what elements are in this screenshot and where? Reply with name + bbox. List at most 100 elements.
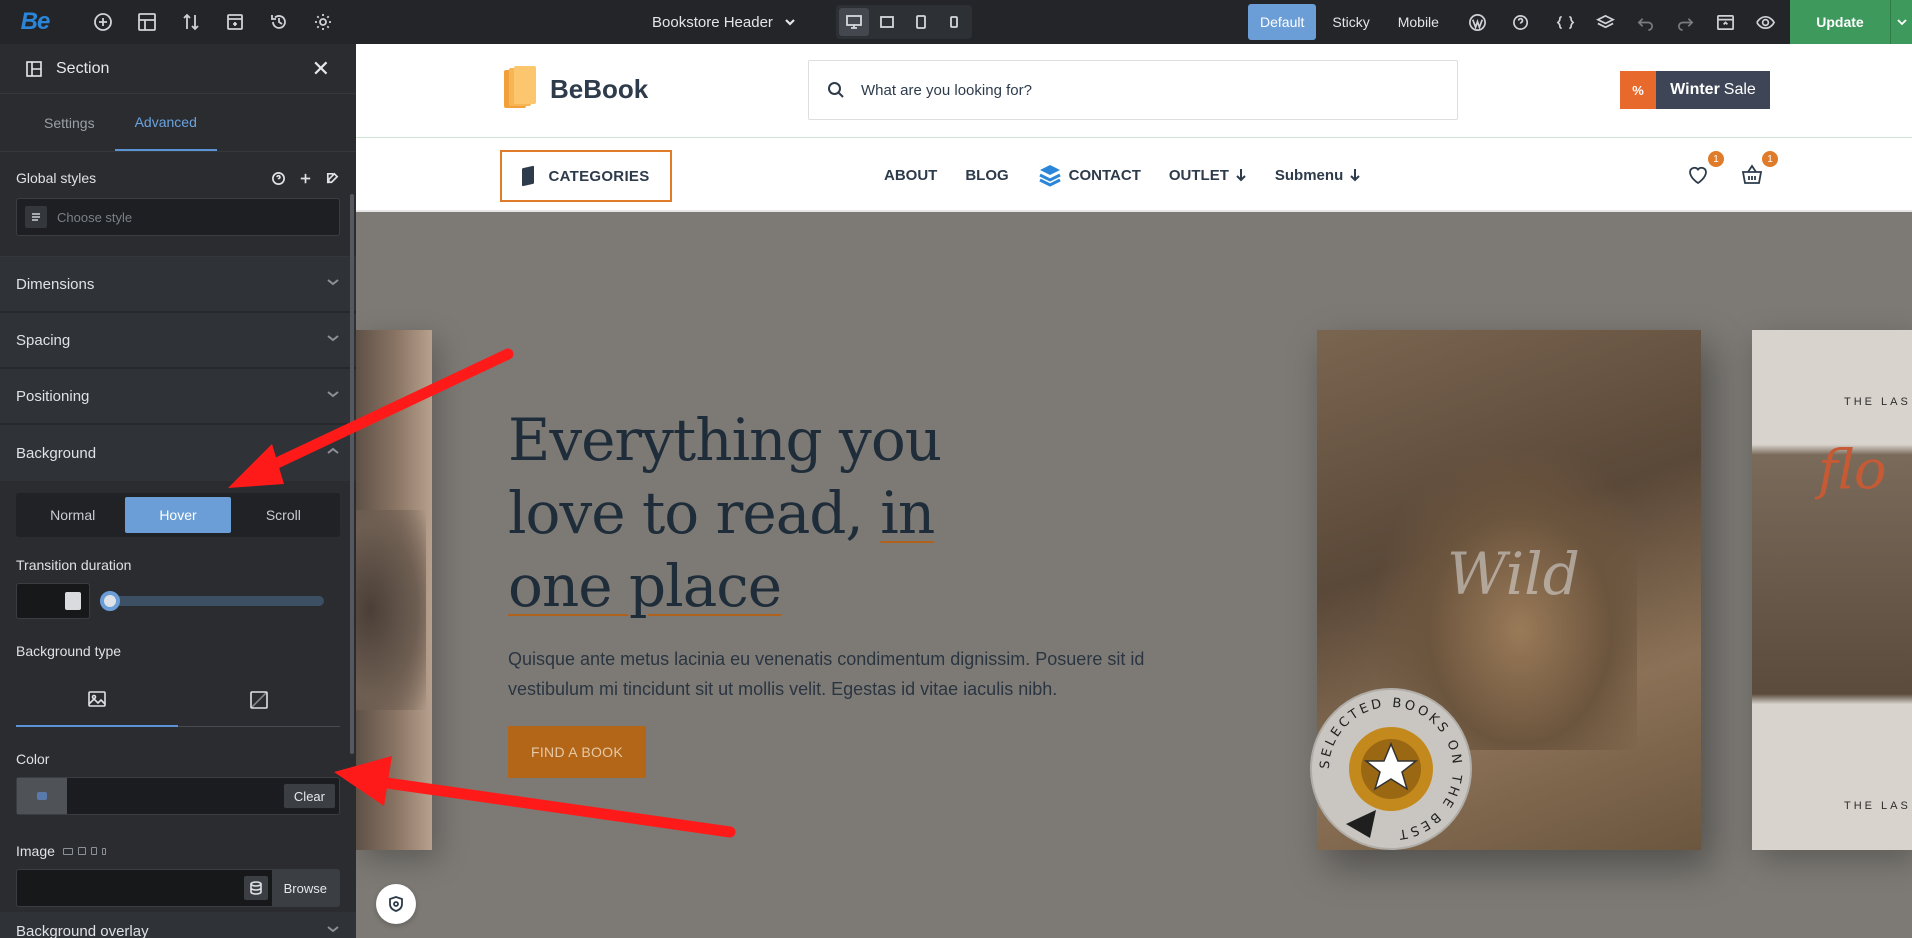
settings-gear-icon[interactable] [312, 11, 334, 33]
hero-title: Everything you love to read, in one plac… [508, 404, 1068, 623]
background-state-switcher: Normal Hover Scroll [16, 493, 340, 537]
clear-color-button[interactable]: Clear [283, 784, 335, 808]
book-cover-image-right: THE LAS flo THE LAS [1752, 330, 1912, 850]
transition-duration-slider[interactable] [100, 591, 324, 611]
document-title-dropdown[interactable]: Bookstore Header [652, 0, 797, 44]
state-normal-button[interactable]: Normal [20, 497, 125, 533]
categories-button[interactable]: CATEGORIES [500, 150, 672, 202]
preview-window-icon[interactable] [1714, 11, 1736, 33]
nav-blog[interactable]: BLOG [965, 167, 1008, 184]
winter-sale-banner[interactable]: % Winter Sale [1620, 71, 1770, 109]
hero-title-emphasis: one place [508, 552, 782, 620]
responsive-device-icons[interactable] [62, 847, 106, 855]
color-picker-swatch[interactable] [17, 778, 67, 814]
help-icon[interactable] [271, 171, 286, 186]
update-options-chevron-icon[interactable] [1890, 0, 1912, 44]
transition-duration-input[interactable] [16, 583, 90, 619]
history-icon[interactable] [268, 11, 290, 33]
shield-icon[interactable] [376, 884, 416, 924]
selected-books-stamp: SELECTED BOOKS ON THE BEST [1310, 688, 1472, 850]
app-logo[interactable]: Be [0, 0, 70, 44]
chevron-up-icon [326, 444, 340, 462]
accordion-background-overlay[interactable]: Background overlay [0, 912, 356, 938]
browse-button[interactable]: Browse [271, 870, 339, 906]
add-icon[interactable] [92, 11, 114, 33]
book-icon [522, 165, 535, 187]
tab-mobile[interactable]: Mobile [1386, 4, 1451, 40]
sort-icon[interactable] [180, 11, 202, 33]
nav-about[interactable]: ABOUT [884, 167, 937, 184]
wordpress-icon[interactable] [1466, 11, 1488, 33]
image-url-input[interactable]: Browse [16, 869, 340, 907]
wishlist-count-badge: 1 [1708, 151, 1724, 167]
site-search-input[interactable]: What are you looking for? [808, 60, 1458, 120]
nav-outlet[interactable]: OUTLET [1169, 167, 1247, 184]
accordion-label: Background [16, 444, 97, 462]
color-dropper-icon [37, 792, 47, 800]
search-placeholder: What are you looking for? [861, 81, 1032, 99]
cart-basket-icon[interactable]: 1 [1740, 151, 1778, 187]
layers-icon[interactable] [1594, 11, 1616, 33]
hero-title-line: love to read, [508, 479, 881, 547]
sidebar-scrollbar[interactable] [350, 194, 354, 754]
custom-code-icon[interactable] [1554, 11, 1576, 33]
tab-default[interactable]: Default [1248, 4, 1317, 40]
choose-style-placeholder: Choose style [57, 209, 133, 225]
image-type-tab[interactable] [16, 673, 178, 727]
update-button[interactable]: Update [1790, 0, 1890, 44]
add-style-icon[interactable] [298, 171, 313, 186]
state-hover-button[interactable]: Hover [125, 497, 231, 533]
edit-style-icon[interactable] [325, 171, 340, 186]
slider-handle[interactable] [100, 591, 120, 611]
gradient-type-tab[interactable] [178, 673, 340, 726]
layout-add-icon[interactable] [136, 11, 158, 33]
gradient-icon [250, 690, 268, 709]
template-icon[interactable] [224, 11, 246, 33]
wishlist-heart-icon[interactable]: 1 [1686, 151, 1724, 187]
tab-sticky[interactable]: Sticky [1320, 4, 1381, 40]
laptop-view-button[interactable] [873, 8, 903, 36]
close-icon[interactable]: ✕ [312, 56, 330, 82]
help-icon[interactable] [1506, 11, 1536, 33]
eye-preview-icon[interactable] [1754, 11, 1776, 33]
book-cover-script: flo [1818, 438, 1887, 501]
book-logo-icon [504, 66, 538, 112]
tab-advanced[interactable]: Advanced [114, 94, 217, 151]
database-icon[interactable] [243, 876, 268, 900]
book-cover-image-left [356, 330, 432, 850]
search-icon [828, 82, 844, 98]
accordion-dimensions[interactable]: Dimensions [0, 257, 356, 313]
nav-contact[interactable]: CONTACT [1037, 162, 1141, 188]
accordion-positioning[interactable]: Positioning [0, 369, 356, 425]
chevron-down-icon [785, 19, 795, 26]
tablet-view-button[interactable] [906, 8, 936, 36]
accordion-label: Positioning [16, 387, 90, 405]
device-switcher [836, 5, 972, 39]
accordion-label: Spacing [16, 331, 71, 349]
color-label: Color [16, 751, 50, 767]
state-scroll-button[interactable]: Scroll [231, 497, 336, 533]
redo-icon[interactable] [1674, 11, 1696, 33]
brand-name: BeBook [550, 73, 649, 104]
accordion-spacing[interactable]: Spacing [0, 313, 356, 369]
tab-settings[interactable]: Settings [24, 94, 115, 151]
site-logo[interactable]: BeBook [504, 66, 648, 112]
transition-duration-label: Transition duration [16, 557, 132, 573]
accordion-label: Background overlay [16, 922, 149, 938]
find-a-book-button[interactable]: FIND A BOOK [508, 726, 646, 778]
site-header-top[interactable]: BeBook What are you looking for? % Winte… [356, 44, 1912, 138]
choose-style-select[interactable]: Choose style [16, 198, 340, 236]
nav-label: BLOG [965, 166, 1009, 184]
accordion-background[interactable]: Background [0, 425, 356, 481]
undo-icon[interactable] [1634, 11, 1656, 33]
section-settings-panel: Section ✕ Settings Advanced Global style… [0, 44, 356, 938]
arrow-down-icon [1350, 169, 1360, 182]
background-type-label: Background type [16, 643, 122, 659]
stepper-icon[interactable] [65, 592, 81, 610]
desktop-view-button[interactable] [839, 8, 869, 36]
global-styles-label: Global styles [16, 170, 97, 186]
mobile-view-button[interactable] [940, 8, 970, 36]
layers-stack-icon [1039, 165, 1061, 187]
nav-submenu[interactable]: Submenu [1275, 167, 1361, 184]
book-cover-caption: THE LAS [1844, 800, 1911, 812]
